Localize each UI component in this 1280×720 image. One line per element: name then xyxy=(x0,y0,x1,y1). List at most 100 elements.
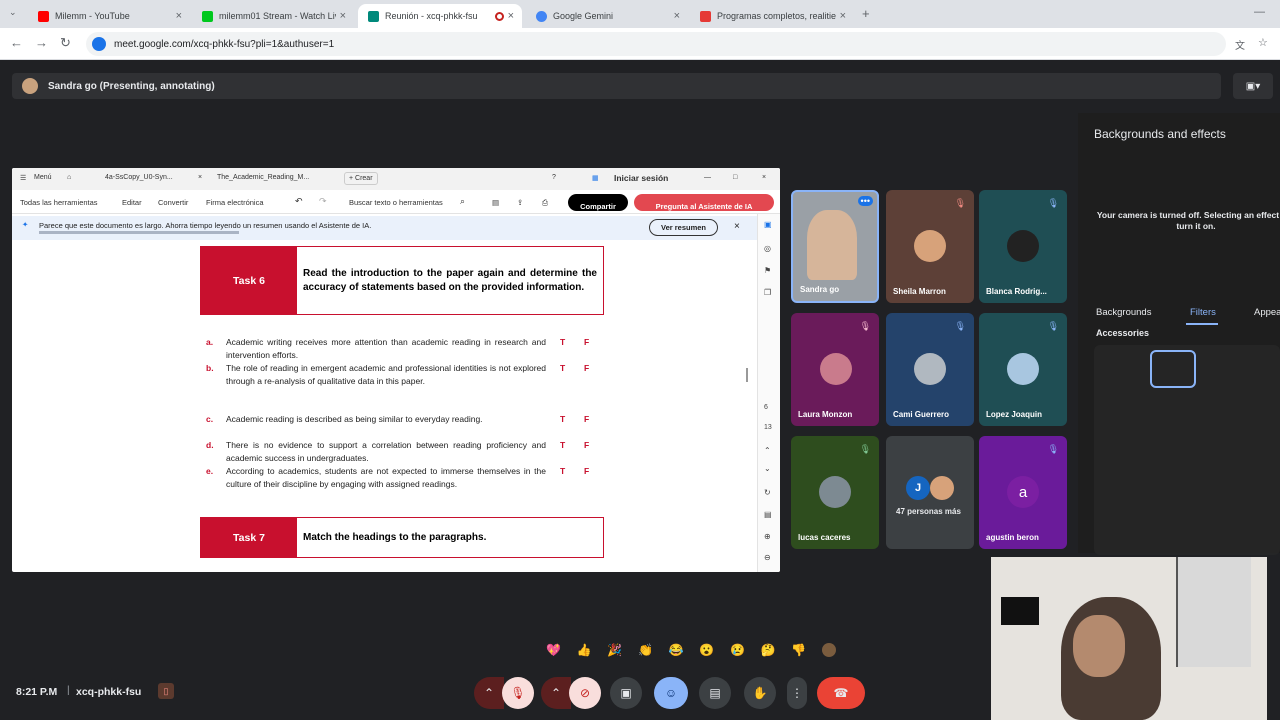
gemini-icon xyxy=(536,10,547,22)
effect-option[interactable] xyxy=(1150,350,1196,388)
avatar xyxy=(819,476,851,508)
search-icon[interactable]: ⌕ xyxy=(460,196,465,207)
task-6-label: Task 6 xyxy=(201,247,297,314)
maximize-icon[interactable]: □ xyxy=(733,174,737,181)
site-info-icon[interactable] xyxy=(92,37,106,51)
surprised-reaction[interactable]: 😮 xyxy=(699,643,714,657)
doc-tab-1[interactable]: 4a-SsCopy_U0-Syn... xyxy=(105,174,173,181)
tab-youtube[interactable]: Milemm - YouTube × xyxy=(28,4,190,28)
copy-icon[interactable]: ❐ xyxy=(764,288,771,297)
participant-tile[interactable]: a 🎙 agustin beron xyxy=(979,436,1067,549)
comment-icon[interactable]: ▣ xyxy=(764,220,772,229)
host-controls-icon[interactable]: ▯ xyxy=(158,683,174,699)
refresh-icon[interactable]: ↻ xyxy=(764,488,771,497)
participant-tile[interactable]: ••• Sandra go xyxy=(791,190,879,303)
microphone-button[interactable]: 🎙 xyxy=(502,677,534,709)
share-button[interactable]: Compartir xyxy=(568,194,628,211)
close-icon[interactable]: × xyxy=(508,10,514,22)
tab-search-icon[interactable]: ⌄ xyxy=(9,7,17,18)
participant-tile[interactable]: 🎙 Cami Guerrero xyxy=(886,313,974,426)
save-icon[interactable]: ▤ xyxy=(492,198,499,207)
signin-link[interactable]: Iniciar sesión xyxy=(614,173,668,183)
participant-tile[interactable]: 🎙 Blanca Rodrig... xyxy=(979,190,1067,303)
reload-icon[interactable]: ↻ xyxy=(60,35,71,51)
scrollbar[interactable] xyxy=(746,368,748,382)
close-icon[interactable]: × xyxy=(840,10,846,22)
chevron-up-icon[interactable]: ⌃ xyxy=(764,446,771,455)
tab-programas[interactable]: Programas completos, realities × xyxy=(690,4,854,28)
upload-icon[interactable]: ⇪ xyxy=(517,198,523,207)
search-tools-field[interactable]: Buscar texto o herramientas xyxy=(349,198,443,207)
create-button[interactable]: + Crear xyxy=(344,172,378,185)
close-icon[interactable]: × xyxy=(176,10,182,22)
arrow-left-icon[interactable]: ← xyxy=(10,35,23,50)
menu-icon[interactable]: ☰ xyxy=(20,174,26,182)
tab-gemini[interactable]: Google Gemini × xyxy=(526,4,688,28)
undo-icon[interactable]: ↶ xyxy=(295,196,303,207)
tab-backgrounds[interactable]: Backgrounds xyxy=(1096,307,1151,318)
audio-options-button[interactable]: ⌃ xyxy=(474,677,504,709)
annotate-icon[interactable]: ◎ xyxy=(764,244,771,253)
close-icon[interactable]: × xyxy=(198,174,202,181)
camera-off-message: Your camera is turned off. Selecting an … xyxy=(1096,210,1280,231)
raise-hand-button[interactable]: ✋ xyxy=(744,677,776,709)
edit-menu[interactable]: Editar xyxy=(122,198,142,207)
view-summary-button[interactable]: Ver resumen xyxy=(649,219,718,236)
thinking-reaction[interactable]: 🤔 xyxy=(761,643,776,657)
participant-tile[interactable]: 🎙 Laura Monzon xyxy=(791,313,879,426)
zoom-in-icon[interactable]: ⊕ xyxy=(764,532,771,541)
close-icon[interactable]: × xyxy=(762,174,766,181)
tab-meet[interactable]: Reunión - xcq-phkk-fsu × xyxy=(358,4,522,28)
new-tab-button[interactable]: + xyxy=(862,6,870,21)
close-icon[interactable]: × xyxy=(340,10,346,22)
tab-filters[interactable]: Filters xyxy=(1190,307,1216,318)
heart-reaction[interactable]: 💖 xyxy=(546,643,561,657)
close-icon[interactable]: × xyxy=(674,10,680,22)
minimize-icon[interactable]: — xyxy=(1254,6,1265,18)
redo-icon[interactable]: ↷ xyxy=(319,196,327,207)
participant-tile[interactable]: 🎙 Lopez Joaquin xyxy=(979,313,1067,426)
minimize-icon[interactable]: — xyxy=(704,174,711,181)
recording-icon xyxy=(494,11,504,21)
thumbs-up-reaction[interactable]: 👍 xyxy=(577,643,592,657)
bookmark-icon[interactable]: ⚑ xyxy=(764,266,771,275)
camera-button[interactable]: ⊘ xyxy=(569,677,601,709)
more-options-icon[interactable]: ••• xyxy=(857,196,873,206)
help-icon[interactable]: ? xyxy=(552,174,556,181)
tab-appearance[interactable]: Appearance xyxy=(1254,307,1280,318)
sad-reaction[interactable]: 😢 xyxy=(730,643,745,657)
reactions-button[interactable]: ☺ xyxy=(654,677,688,709)
apps-icon[interactable]: ▦ xyxy=(592,174,599,182)
url-field[interactable]: meet.google.com/xcq-phkk-fsu?pli=1&authu… xyxy=(86,32,1226,56)
esign-menu[interactable]: Firma electrónica xyxy=(206,198,264,207)
more-participants-tile[interactable]: J 47 personas más xyxy=(886,436,974,549)
zoom-out-icon[interactable]: ⊖ xyxy=(764,553,771,562)
menu-label[interactable]: Menú xyxy=(34,174,52,181)
star-icon[interactable]: ☆ xyxy=(1258,36,1268,49)
translate-icon[interactable]: 文 xyxy=(1235,37,1245,52)
more-options-button[interactable]: ⋮ xyxy=(787,677,807,709)
home-icon[interactable]: ⌂ xyxy=(67,174,71,181)
skin-tone-icon[interactable] xyxy=(821,643,836,657)
tab-stream[interactable]: milemm01 Stream - Watch Live × xyxy=(192,4,354,28)
doc-tab-2[interactable]: The_Academic_Reading_M... xyxy=(217,174,309,181)
thumbs-down-reaction[interactable]: 👎 xyxy=(791,643,806,657)
all-tools-menu[interactable]: Todas las herramientas xyxy=(20,198,98,207)
present-options-button[interactable]: ▣▾ xyxy=(1233,73,1273,99)
participant-tile[interactable]: 🎙 lucas caceres xyxy=(791,436,879,549)
page-icon[interactable]: ▤ xyxy=(764,510,772,519)
video-options-button[interactable]: ⌃ xyxy=(541,677,571,709)
arrow-right-icon[interactable]: → xyxy=(35,35,48,50)
captions-button[interactable]: ▤ xyxy=(699,677,731,709)
party-reaction[interactable]: 🎉 xyxy=(607,643,622,657)
clap-reaction[interactable]: 👏 xyxy=(638,643,653,657)
print-icon[interactable]: ⎙ xyxy=(542,198,548,208)
convert-menu[interactable]: Convertir xyxy=(158,198,188,207)
leave-call-button[interactable]: ☎ xyxy=(817,677,865,709)
ask-ai-button[interactable]: Pregunta al Asistente de IA xyxy=(634,194,774,211)
present-button[interactable]: ▣ xyxy=(610,677,642,709)
laugh-reaction[interactable]: 😂 xyxy=(669,643,684,657)
participant-tile[interactable]: 🎙 Sheila Marron xyxy=(886,190,974,303)
close-icon[interactable]: × xyxy=(734,221,740,232)
chevron-down-icon[interactable]: ⌄ xyxy=(764,464,771,473)
